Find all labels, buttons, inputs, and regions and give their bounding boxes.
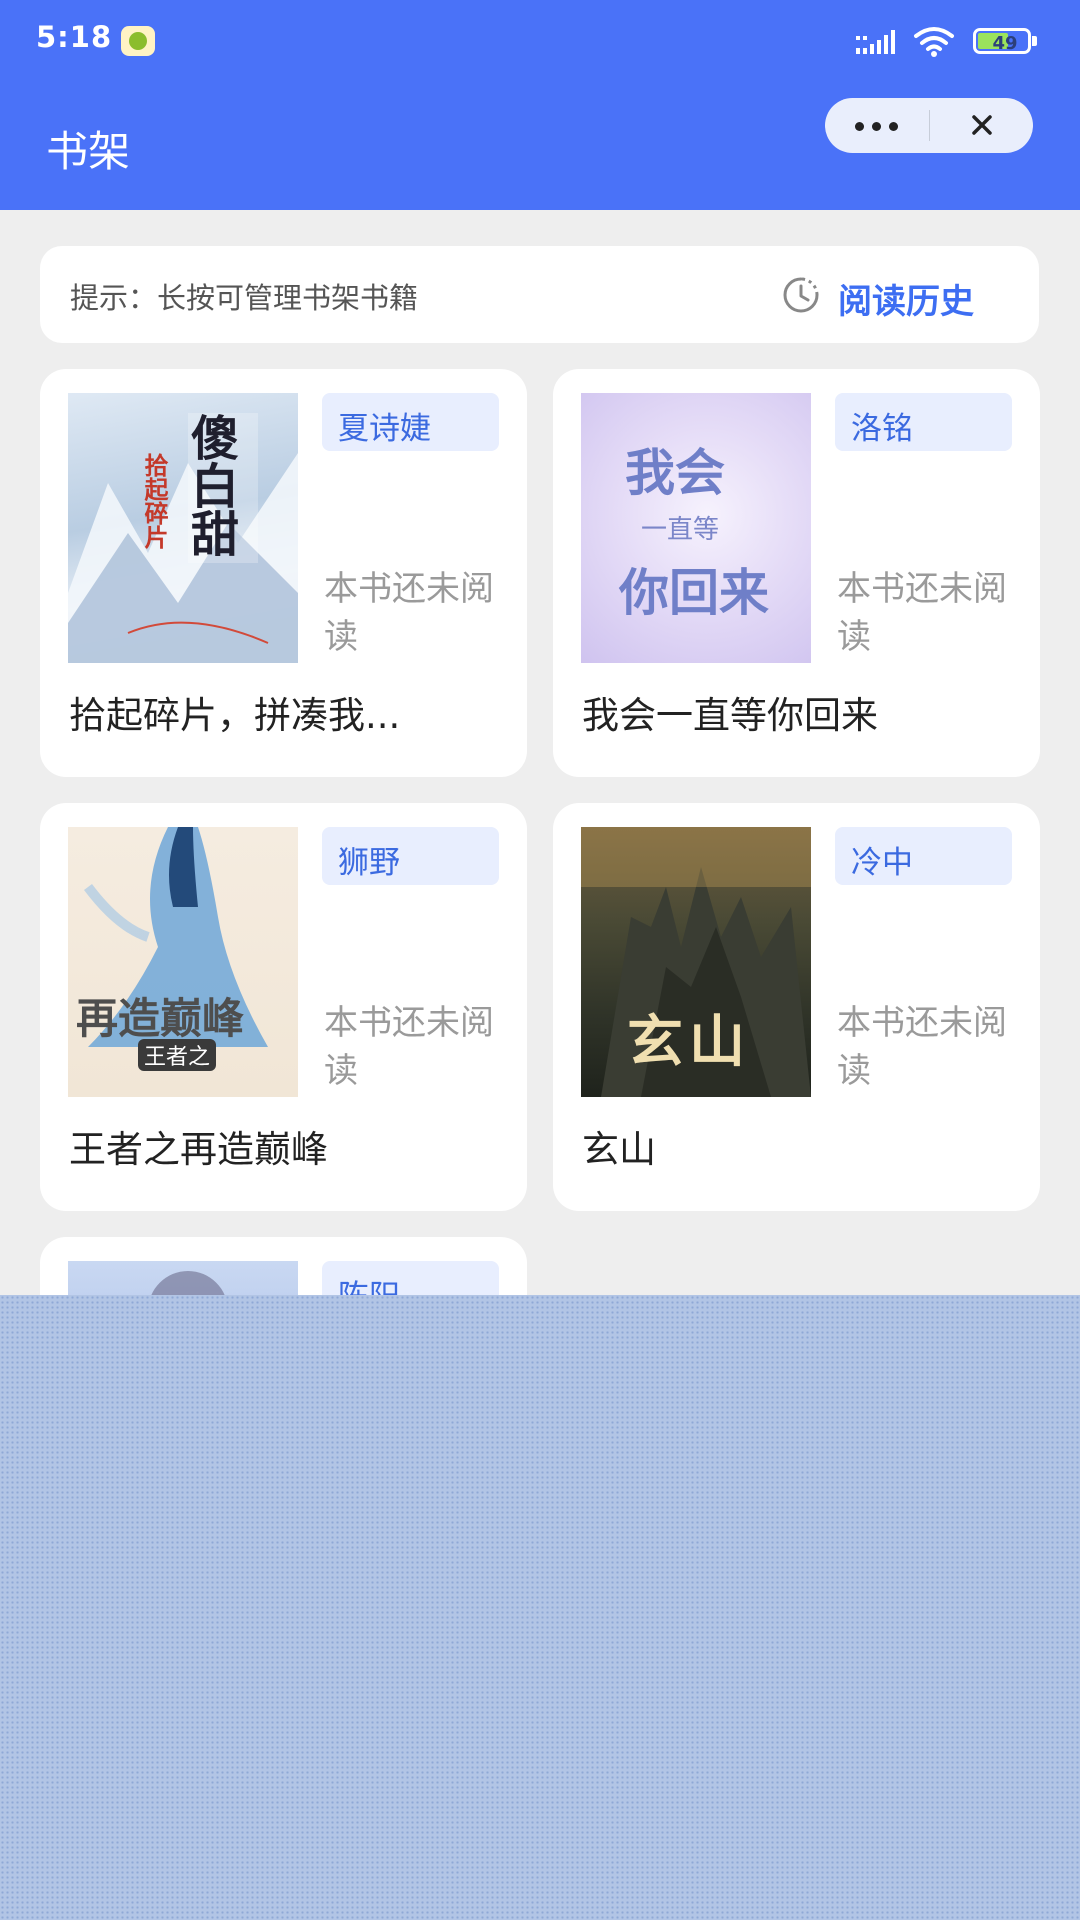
read-status: 本书还未阅读 xyxy=(324,1003,494,1091)
book-card[interactable]: 拾起碎片 傻白甜 夏诗婕 本书还未阅读 拾起碎片，拼凑我... xyxy=(40,369,527,777)
more-dots-icon[interactable] xyxy=(825,98,929,153)
cover-title-mid: 一直等 xyxy=(641,515,720,545)
app-header: 5:18 49 书架 xyxy=(0,0,1080,210)
book-card[interactable]: 我会 一直等 你回来 洛铭 本书还未阅读 我会一直等你回来 xyxy=(553,369,1040,777)
battery-icon: 49 xyxy=(973,26,1039,56)
book-title: 我会一直等你回来 xyxy=(582,694,878,737)
author-tag[interactable]: 洛铭 xyxy=(835,393,1012,451)
author-name: 夏诗婕 xyxy=(338,411,431,447)
author-tag[interactable]: 冷中 xyxy=(835,827,1012,885)
author-name: 狮野 xyxy=(338,845,400,881)
cover-title: 再造巅峰 xyxy=(76,994,245,1043)
shelf-tip: 提示：长按可管理书架书籍 xyxy=(70,281,419,315)
book-card[interactable]: 再造巅峰 王者之 狮野 本书还未阅读 王者之再造巅峰 xyxy=(40,803,527,1211)
author-tag[interactable]: 夏诗婕 xyxy=(322,393,499,451)
read-status: 本书还未阅读 xyxy=(837,1003,1007,1091)
read-status: 本书还未阅读 xyxy=(837,569,1007,657)
author-name: 冷中 xyxy=(851,845,913,881)
cover-title-top: 我会 xyxy=(625,443,725,502)
book-cover: 拾起碎片 傻白甜 xyxy=(68,393,298,663)
mini-program-capsule xyxy=(825,98,1033,153)
cover-title: 拾起碎片 xyxy=(140,453,169,549)
author-tag[interactable]: 狮野 xyxy=(322,827,499,885)
read-status: 本书还未阅读 xyxy=(324,569,494,657)
page-title: 书架 xyxy=(46,127,131,176)
wifi-icon xyxy=(914,27,954,57)
cover-title-bottom: 你回来 xyxy=(619,563,769,622)
battery-level: 49 xyxy=(992,33,1018,54)
reading-history-button[interactable]: 阅读历史 xyxy=(782,262,1014,328)
status-time: 5:18 xyxy=(36,20,113,54)
book-cover: 我会 一直等 你回来 xyxy=(581,393,811,663)
tip-bar: 提示：长按可管理书架书籍 阅读历史 xyxy=(40,246,1039,343)
reading-history-label: 阅读历史 xyxy=(838,282,974,322)
book-title: 玄山 xyxy=(582,1128,656,1171)
book-card[interactable]: 玄山 冷中 本书还未阅读 玄山 xyxy=(553,803,1040,1211)
book-title: 王者之再造巅峰 xyxy=(69,1128,328,1171)
close-icon[interactable] xyxy=(930,98,1033,153)
book-title: 拾起碎片，拼凑我... xyxy=(69,694,401,737)
book-cover: 玄山 xyxy=(581,827,811,1097)
author-name: 洛铭 xyxy=(851,411,913,447)
cover-subtitle: 王者之 xyxy=(138,1039,217,1071)
app-notification-icon xyxy=(121,26,155,56)
cover-art-lettering: 傻白甜 xyxy=(182,413,238,557)
screen-overlay xyxy=(0,1295,1080,1920)
signal-icon xyxy=(856,30,895,54)
cover-title: 玄山 xyxy=(627,1009,751,1075)
book-cover: 再造巅峰 王者之 xyxy=(68,827,298,1097)
clock-icon xyxy=(783,277,819,313)
